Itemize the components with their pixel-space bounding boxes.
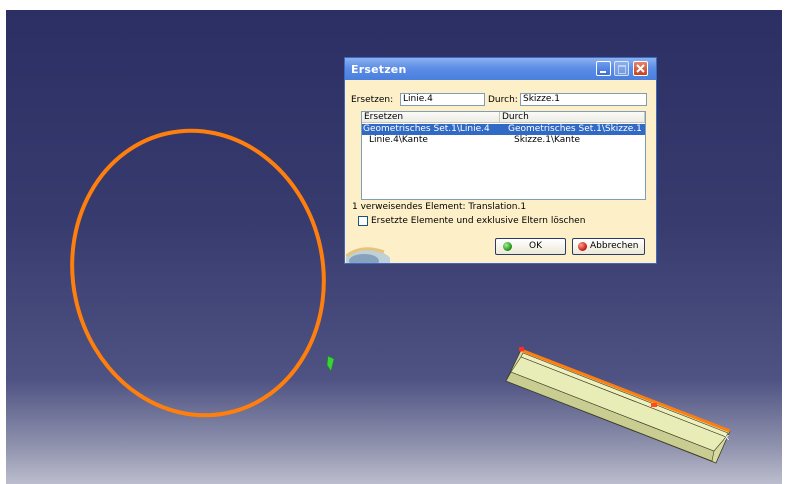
row-replace-cell: Linie.4\Kante bbox=[369, 135, 428, 145]
ersetzen-dialog[interactable]: Ersetzen Ersetzen: Linie.4 Durch: Skizze… bbox=[344, 57, 657, 264]
cancel-label: Abbrechen bbox=[590, 241, 639, 251]
row-replace-cell: Geometrisches Set.1\Linie.4 bbox=[363, 124, 490, 134]
ellipse-curve[interactable] bbox=[46, 107, 350, 439]
row-by-cell: Geometrisches Set.1\Skizze.1 bbox=[508, 124, 642, 134]
by-field[interactable]: Skizze.1 bbox=[520, 93, 647, 106]
row-by-cell: Skizze.1\Kante bbox=[514, 135, 581, 145]
column-header-durch[interactable]: Durch bbox=[500, 112, 645, 123]
list-item[interactable]: Geometrisches Set.1\Linie.4 Geometrische… bbox=[362, 124, 645, 135]
list-item[interactable]: Linie.4\Kante Skizze.1\Kante bbox=[362, 135, 645, 146]
maximize-icon bbox=[614, 61, 629, 76]
replace-list[interactable]: Ersetzen Durch Geometrisches Set.1\Linie… bbox=[361, 111, 646, 200]
checkbox-label: Ersetzte Elemente und exklusive Eltern l… bbox=[371, 216, 586, 226]
title-bar[interactable]: Ersetzen bbox=[345, 58, 656, 80]
ok-green-dot-icon bbox=[503, 242, 512, 251]
catia-logo-icon bbox=[346, 247, 390, 263]
extruded-surface[interactable]: x bbox=[505, 347, 731, 464]
dialog-title: Ersetzen bbox=[351, 63, 407, 76]
column-header-ersetzen[interactable]: Ersetzen bbox=[362, 112, 500, 123]
close-icon[interactable] bbox=[633, 61, 648, 76]
replace-field[interactable]: Linie.4 bbox=[400, 93, 485, 106]
svg-text:x: x bbox=[724, 433, 730, 443]
referencing-element-text: 1 verweisendes Element: Translation.1 bbox=[352, 202, 527, 212]
cancel-red-dot-icon bbox=[578, 242, 587, 251]
minimize-icon[interactable] bbox=[596, 61, 611, 76]
replace-label: Ersetzen: bbox=[351, 95, 394, 105]
green-arrow-icon bbox=[326, 355, 335, 372]
by-label: Durch: bbox=[488, 95, 518, 105]
delete-elements-checkbox[interactable] bbox=[358, 216, 368, 226]
cancel-button[interactable]: Abbrechen bbox=[572, 238, 645, 255]
ok-button[interactable]: OK bbox=[495, 238, 566, 255]
ok-label: OK bbox=[529, 241, 542, 251]
